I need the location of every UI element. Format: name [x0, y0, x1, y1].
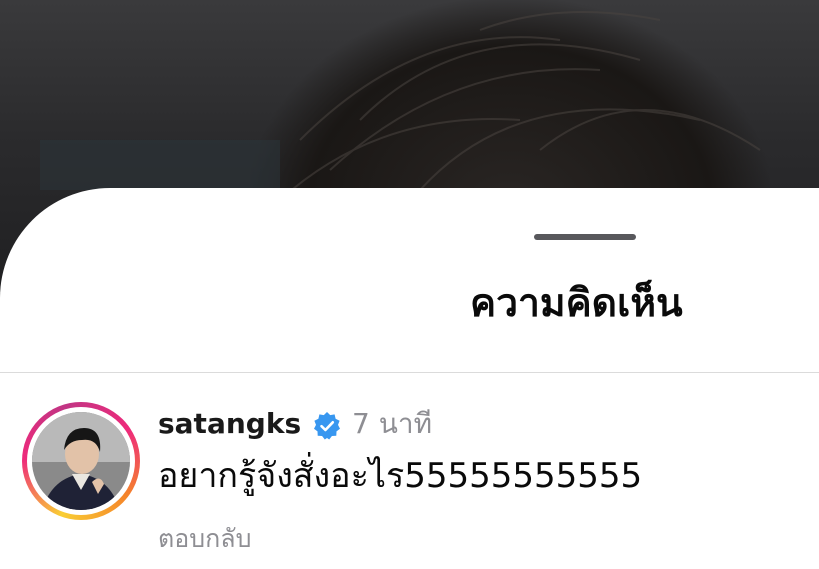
- comment-timestamp: 7 นาที: [352, 407, 433, 440]
- comment-text: อยากรู้จังสั่งอะไร55555555555: [158, 456, 643, 496]
- avatar[interactable]: [32, 412, 130, 510]
- comment-username[interactable]: satangks: [158, 406, 301, 442]
- header-divider: [0, 372, 819, 373]
- avatar-photo: [32, 412, 130, 510]
- comments-sheet[interactable]: ความคิดเห็น satangks 7 นาที อยากรู้จังสั…: [0, 188, 819, 569]
- comment-item: satangks 7 นาที อยากรู้จังสั่งอะไร555555…: [0, 390, 819, 569]
- reply-button[interactable]: ตอบกลับ: [158, 522, 251, 556]
- sheet-grabber-handle[interactable]: [534, 234, 636, 240]
- screen: ความคิดเห็น satangks 7 นาที อยากรู้จังสั…: [0, 0, 819, 569]
- sheet-title: ความคิดเห็น: [470, 281, 683, 326]
- story-ring[interactable]: [22, 402, 140, 520]
- verified-badge-icon: [314, 412, 340, 440]
